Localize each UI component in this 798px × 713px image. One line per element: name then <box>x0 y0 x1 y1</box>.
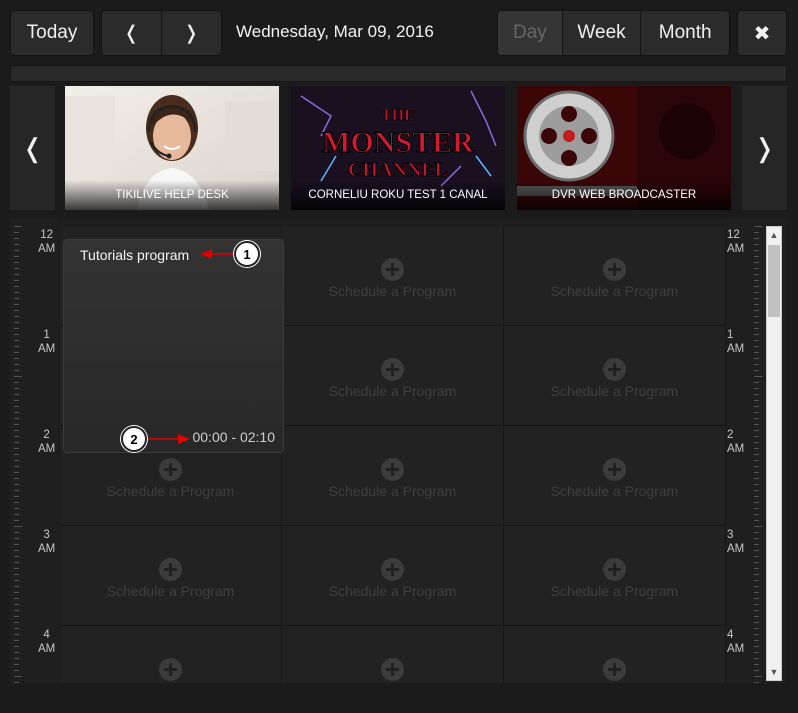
scrollbar-thumb[interactable] <box>768 245 780 317</box>
next-day-button[interactable]: ❭ <box>161 11 221 55</box>
carousel-prev-button[interactable]: ❬ <box>10 86 55 210</box>
chevron-right-icon: ❭ <box>753 132 776 163</box>
current-date: Wednesday, Mar 09, 2016 <box>236 22 434 41</box>
day-calendar: 12 AM 1 AM 2 AM 3 AM 4 AM 12 AM 1 AM 2 AM 3 AM 4A… <box>10 218 787 683</box>
month-view-button[interactable]: Month <box>641 11 729 55</box>
logo-top-text: THE <box>381 107 415 124</box>
channel-thumb-dvr[interactable]: DVR WEB BROADCASTER <box>517 86 731 210</box>
channel-name: DVR WEB BROADCASTER <box>517 180 731 210</box>
previous-day-button[interactable]: ❬ <box>102 11 162 55</box>
logo-main-text: MONSTER <box>322 126 474 159</box>
close-button[interactable]: ✖ <box>737 10 787 56</box>
callout-2-arrowhead <box>178 434 190 444</box>
channel-name: TIKILIVE HELP DESK <box>65 180 279 210</box>
channel-thumb-help-desk[interactable]: TIKILIVE HELP DESK <box>65 86 279 210</box>
scroll-down-icon[interactable]: ▼ <box>767 664 781 680</box>
day-view-button[interactable]: Day <box>498 11 563 55</box>
carousel-next-button[interactable]: ❭ <box>742 86 787 210</box>
callout-1-arrowhead <box>200 249 212 259</box>
chevron-left-icon: ❬ <box>21 132 44 163</box>
channel-name: CORNELIU ROKU TEST 1 CANAL <box>291 180 505 210</box>
progress-bar <box>10 65 787 82</box>
callout-badge-1: 1 <box>234 241 260 267</box>
scrollbar[interactable]: ▲ ▼ <box>766 226 782 681</box>
callout-arrows <box>148 249 234 444</box>
scroll-up-icon[interactable]: ▲ <box>767 227 781 243</box>
channel-thumb-monster[interactable]: THE MONSTER CHANNEL CORNELIU ROKU TEST 1… <box>291 86 505 210</box>
week-view-button[interactable]: Week <box>562 11 642 55</box>
callout-badge-2: 2 <box>121 426 147 452</box>
date-nav-group: ❬ ❭ <box>101 10 222 56</box>
close-icon: ✖ <box>753 22 771 45</box>
today-button[interactable]: Today <box>10 10 94 56</box>
logo-bottom-text: CHANNEL <box>348 159 448 181</box>
view-switcher: Day Week Month <box>497 10 730 56</box>
